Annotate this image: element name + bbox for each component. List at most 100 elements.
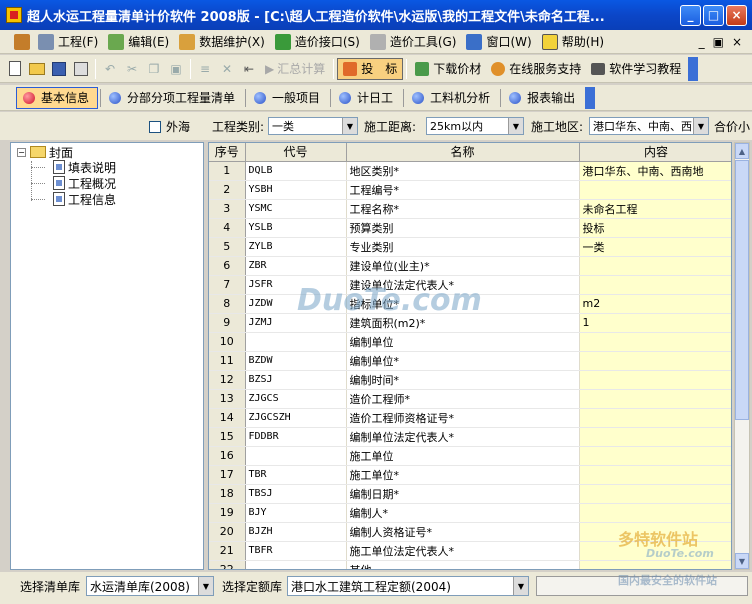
content-cell[interactable]: 一类	[579, 237, 731, 257]
content-cell[interactable]	[579, 560, 731, 569]
new-file-icon[interactable]	[4, 58, 26, 80]
tree-node-overview[interactable]: 工程概况	[53, 175, 116, 191]
menu-project[interactable]: 工程(F)	[34, 31, 104, 53]
table-row[interactable]: 9 JZMJ 建筑面积(m2)* 1	[209, 313, 731, 333]
paste-icon[interactable]: ▣	[165, 58, 187, 80]
table-row[interactable]: 3 YSMC 工程名称* 未命名工程	[209, 199, 731, 219]
table-row[interactable]: 6 ZBR 建设单位(业主)*	[209, 256, 731, 276]
toolbar-overflow-icon[interactable]	[688, 56, 699, 81]
table-row[interactable]: 2 YSBH 工程编号*	[209, 180, 731, 200]
column-header-no[interactable]: 序号	[209, 143, 246, 162]
content-cell[interactable]	[579, 389, 731, 409]
project-type-select[interactable]: 一类 ▼	[268, 117, 358, 135]
insert-row-icon[interactable]: ≡	[194, 58, 216, 80]
content-cell[interactable]	[579, 446, 731, 466]
menu-cost-tools[interactable]: 造价工具(G)	[366, 31, 463, 53]
tab-material-analysis[interactable]: 工料机分析	[406, 87, 498, 109]
undo-icon[interactable]: ↶	[99, 58, 121, 80]
content-cell[interactable]: 港口华东、中南、西南地	[579, 161, 731, 181]
quota-lib-select[interactable]: 港口水工建筑工程定额(2004) ▼	[287, 576, 529, 596]
scroll-thumb[interactable]	[735, 160, 749, 420]
content-cell[interactable]: 1	[579, 313, 731, 333]
tab-general-items[interactable]: 一般项目	[248, 87, 328, 109]
content-cell[interactable]	[579, 408, 731, 428]
content-cell[interactable]	[579, 275, 731, 295]
content-cell[interactable]	[579, 256, 731, 276]
column-header-content[interactable]: 内容	[579, 143, 731, 162]
table-row[interactable]: 14 ZJGCSZH 造价工程师资格证号*	[209, 408, 731, 428]
list-lib-select[interactable]: 水运清单库(2008) ▼	[86, 576, 214, 596]
table-row[interactable]: 10 编制单位	[209, 332, 731, 352]
tab-bill-of-quantities[interactable]: 分部分项工程量清单	[103, 87, 243, 109]
content-cell[interactable]	[579, 332, 731, 352]
mdi-minimize-button[interactable]: _	[699, 35, 705, 49]
download-price-button[interactable]: 下载价材	[410, 58, 486, 80]
column-header-code[interactable]: 代号	[245, 143, 347, 162]
content-cell[interactable]: m2	[579, 294, 731, 314]
distance-select[interactable]: 25km以内 ▼	[426, 117, 524, 135]
table-row[interactable]: 15 FDDBR 编制单位法定代表人*	[209, 427, 731, 447]
app-menu-icon[interactable]	[14, 33, 30, 50]
tabbar-overflow-icon[interactable]	[585, 86, 596, 109]
delete-icon[interactable]: ✕	[216, 58, 238, 80]
content-cell[interactable]	[579, 484, 731, 504]
overseas-checkbox[interactable]	[149, 121, 161, 133]
menu-edit[interactable]: 编辑(E)	[104, 31, 175, 53]
table-row[interactable]: 13 ZJGCS 造价工程师*	[209, 389, 731, 409]
tree-node-instructions[interactable]: 填表说明	[53, 159, 116, 175]
table-row[interactable]: 4 YSLB 预算类别 投标	[209, 218, 731, 238]
content-cell[interactable]	[579, 541, 731, 561]
content-cell[interactable]	[579, 370, 731, 390]
table-row[interactable]: 1 DQLB 地区类别* 港口华东、中南、西南地	[209, 161, 731, 181]
content-cell[interactable]	[579, 351, 731, 371]
tree-node-project-info[interactable]: 工程信息	[53, 191, 116, 207]
software-tutorial-button[interactable]: 软件学习教程	[586, 58, 686, 80]
copy-icon[interactable]: ❐	[143, 58, 165, 80]
content-cell[interactable]: 投标	[579, 218, 731, 238]
content-cell[interactable]	[579, 180, 731, 200]
mdi-restore-button[interactable]: ▣	[713, 35, 724, 49]
content-cell[interactable]	[579, 503, 731, 523]
grid-vertical-scrollbar[interactable]: ▲ ▼	[734, 142, 750, 570]
scroll-down-icon[interactable]: ▼	[735, 553, 749, 569]
content-cell[interactable]	[579, 522, 731, 542]
mdi-close-button[interactable]: ×	[732, 35, 742, 49]
menu-help[interactable]: 帮助(H)	[538, 31, 610, 53]
tab-report-output[interactable]: 报表输出	[503, 87, 583, 109]
minimize-button[interactable]: _	[680, 4, 701, 26]
table-row[interactable]: 21 TBFR 施工单位法定代表人*	[209, 541, 731, 561]
table-row[interactable]: 18 TBSJ 编制日期*	[209, 484, 731, 504]
table-row[interactable]: 5 ZYLB 专业类别 一类	[209, 237, 731, 257]
indent-icon[interactable]: ⇤	[238, 58, 260, 80]
table-row[interactable]: 22 其他	[209, 560, 731, 569]
tab-daywork[interactable]: 计日工	[333, 87, 401, 109]
open-folder-icon[interactable]	[26, 58, 48, 80]
table-row[interactable]: 19 BJY 编制人*	[209, 503, 731, 523]
cut-icon[interactable]: ✂	[121, 58, 143, 80]
table-row[interactable]: 8 JZDW 指标单位* m2	[209, 294, 731, 314]
collapse-icon[interactable]: −	[17, 147, 26, 157]
table-row[interactable]: 12 BZSJ 编制时间*	[209, 370, 731, 390]
print-preview-icon[interactable]	[70, 58, 92, 80]
table-row[interactable]: 7 JSFR 建设单位法定代表人*	[209, 275, 731, 295]
content-cell[interactable]	[579, 465, 731, 485]
table-row[interactable]: 17 TBR 施工单位*	[209, 465, 731, 485]
save-icon[interactable]	[48, 58, 70, 80]
summary-calc-button[interactable]: ▶ 汇总计算	[260, 58, 330, 80]
scroll-up-icon[interactable]: ▲	[735, 143, 749, 159]
content-cell[interactable]	[579, 427, 731, 447]
menu-window[interactable]: 窗口(W)	[462, 31, 537, 53]
maximize-button[interactable]: □	[703, 4, 724, 26]
table-row[interactable]: 20 BJZH 编制人资格证号*	[209, 522, 731, 542]
close-button[interactable]: ×	[726, 4, 747, 26]
content-cell[interactable]: 未命名工程	[579, 199, 731, 219]
table-row[interactable]: 11 BZDW 编制单位*	[209, 351, 731, 371]
region-select[interactable]: 港口华东、中南、西 ▼	[589, 117, 709, 135]
bid-mode-button[interactable]: 投 标	[337, 57, 404, 80]
tree-node-cover[interactable]: − 封面	[17, 144, 73, 160]
tab-basic-info[interactable]: 基本信息	[16, 86, 99, 109]
table-row[interactable]: 16 施工单位	[209, 446, 731, 466]
column-header-name[interactable]: 名称	[346, 143, 580, 162]
menu-cost-interface[interactable]: 造价接口(S)	[271, 31, 366, 53]
online-service-button[interactable]: 在线服务支持	[486, 58, 586, 80]
